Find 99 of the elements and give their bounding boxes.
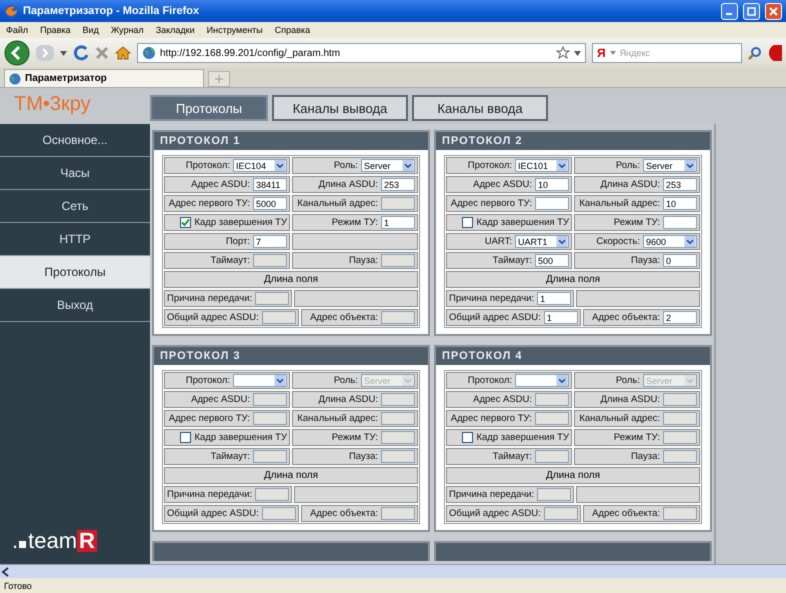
input-field[interactable]: 1 [381, 216, 415, 229]
input-field[interactable]: 5000 [253, 197, 287, 210]
field-label: Адрес объекта: [310, 312, 378, 323]
dropdown[interactable]: Server [361, 159, 415, 172]
field-label: Причина передачи: [167, 489, 252, 500]
field-label: Протокол: [186, 160, 230, 171]
input-field[interactable]: 10 [663, 197, 697, 210]
field-label: Скорость: [596, 236, 640, 247]
input-field[interactable]: 38411 [253, 178, 287, 191]
browser-tab[interactable]: Параметризатор [4, 69, 204, 87]
menu-item[interactable]: Вид [82, 25, 99, 35]
field-label: Роль: [616, 375, 640, 386]
field-label: Причина передачи: [449, 293, 534, 304]
section-heading: Длина поля [164, 467, 418, 484]
field-label: Причина передачи: [167, 293, 252, 304]
input-field[interactable]: 7 [253, 235, 287, 248]
field-label: Адрес первого ТУ: [168, 413, 250, 424]
field-label: Режим ТУ: [332, 217, 378, 228]
nav-tab[interactable]: Каналы ввода [412, 95, 548, 121]
field-label: Адрес первого ТУ: [450, 413, 532, 424]
section-heading: Длина поля [446, 271, 700, 288]
field-label: Пауза: [348, 451, 378, 462]
field-label: Общий адрес ASDU: [167, 312, 259, 323]
company-logo: . team R [11, 528, 98, 554]
field-label: Адрес ASDU: [191, 394, 250, 405]
sidebar-item[interactable]: Протоколы [0, 256, 150, 289]
dropdown[interactable]: 9600 [643, 235, 697, 248]
field-label: Режим ТУ: [332, 432, 378, 443]
field-label: Пауза: [630, 451, 660, 462]
field-label: Адрес ASDU: [191, 179, 250, 190]
window-title: Параметризатор - Mozilla Firefox [23, 5, 200, 17]
section-heading: Длина поля [446, 467, 700, 484]
panel-header: ПРОТОКОЛ 1 [154, 132, 428, 150]
field-label: Роль: [334, 160, 358, 171]
field-label: Адрес объекта: [310, 508, 378, 519]
input-field[interactable]: 253 [663, 178, 697, 191]
input-field[interactable]: 1 [537, 292, 572, 305]
app-logo: ТМ•3кру [13, 93, 92, 116]
input-field[interactable]: 10 [535, 178, 569, 191]
field-label: Адрес первого ТУ: [168, 198, 250, 209]
field-label: Длина ASDU: [600, 394, 660, 405]
address-field[interactable]: http://192.168.99.201/config/_param.htm [137, 43, 586, 63]
checkbox-label: Кадр завершения ТУ [476, 217, 569, 228]
dropdown[interactable]: Server [643, 159, 697, 172]
input-field[interactable]: 500 [535, 254, 569, 267]
search-field[interactable]: Я Яндекс [592, 43, 742, 63]
input-field[interactable]: 2 [663, 311, 697, 324]
field-label: Длина ASDU: [600, 179, 660, 190]
panel-header: ПРОТОКОЛ 4 [436, 347, 710, 365]
field-label: Режим ТУ: [614, 432, 660, 443]
menu-item[interactable]: Инструменты [206, 25, 263, 35]
field-label: Пауза: [630, 255, 660, 266]
field-label: UART: [484, 236, 512, 247]
dropdown[interactable]: IEC104 [233, 159, 287, 172]
field-label: Канальный адрес: [297, 413, 378, 424]
field-label: Режим ТУ: [614, 217, 660, 228]
field-label: Протокол: [468, 375, 512, 386]
field-label: Адрес ASDU: [473, 394, 532, 405]
field-label: Канальный адрес: [297, 198, 378, 209]
checkbox-label: Кадр завершения ТУ [194, 432, 287, 443]
field-label: Канальный адрес: [579, 198, 660, 209]
field-label: Протокол: [186, 375, 230, 386]
input-field[interactable]: 1 [544, 311, 578, 324]
field-label: Роль: [334, 375, 358, 386]
checkbox-label: Кадр завершения ТУ [476, 432, 569, 443]
field-label: Адрес объекта: [592, 312, 660, 323]
field-label: Адрес ASDU: [473, 179, 532, 190]
panel-header: ПРОТОКОЛ 3 [154, 347, 428, 365]
panel-header: ПРОТОКОЛ 2 [436, 132, 710, 150]
input-field[interactable]: 253 [381, 178, 415, 191]
checkbox-label: Кадр завершения ТУ [194, 217, 287, 228]
field-label: Длина ASDU: [318, 179, 378, 190]
nav-tab[interactable]: Протоколы [150, 95, 268, 121]
menu-item[interactable]: Справка [274, 25, 310, 35]
section-heading: Длина поля [164, 271, 418, 288]
input-field[interactable]: 0 [663, 254, 697, 267]
field-label: Таймаут: [492, 255, 532, 266]
menu-item[interactable]: Файл [6, 25, 28, 35]
field-label: Протокол: [468, 160, 512, 171]
field-label: Порт: [226, 236, 250, 247]
field-label: Роль: [616, 160, 640, 171]
field-label: Общий адрес ASDU: [449, 508, 541, 519]
nav-tab[interactable]: Каналы вывода [272, 95, 408, 121]
field-label: Пауза: [348, 255, 378, 266]
menu-item[interactable]: Журнал [110, 25, 144, 35]
field-label: Таймаут: [210, 451, 250, 462]
field-label: Адрес первого ТУ: [450, 198, 532, 209]
dropdown[interactable]: UART1 [515, 235, 569, 248]
field-label: Причина передачи: [449, 489, 534, 500]
field-label: Общий адрес ASDU: [449, 312, 541, 323]
menu-item[interactable]: Закладки [156, 25, 195, 35]
field-label: Адрес объекта: [592, 508, 660, 519]
field-label: Длина ASDU: [318, 394, 378, 405]
field-label: Общий адрес ASDU: [167, 508, 259, 519]
dropdown[interactable]: IEC101 [515, 159, 569, 172]
field-label: Таймаут: [492, 451, 532, 462]
field-label: Таймаут: [210, 255, 250, 266]
menu-item[interactable]: Правка [40, 25, 71, 35]
field-label: Канальный адрес: [579, 413, 660, 424]
